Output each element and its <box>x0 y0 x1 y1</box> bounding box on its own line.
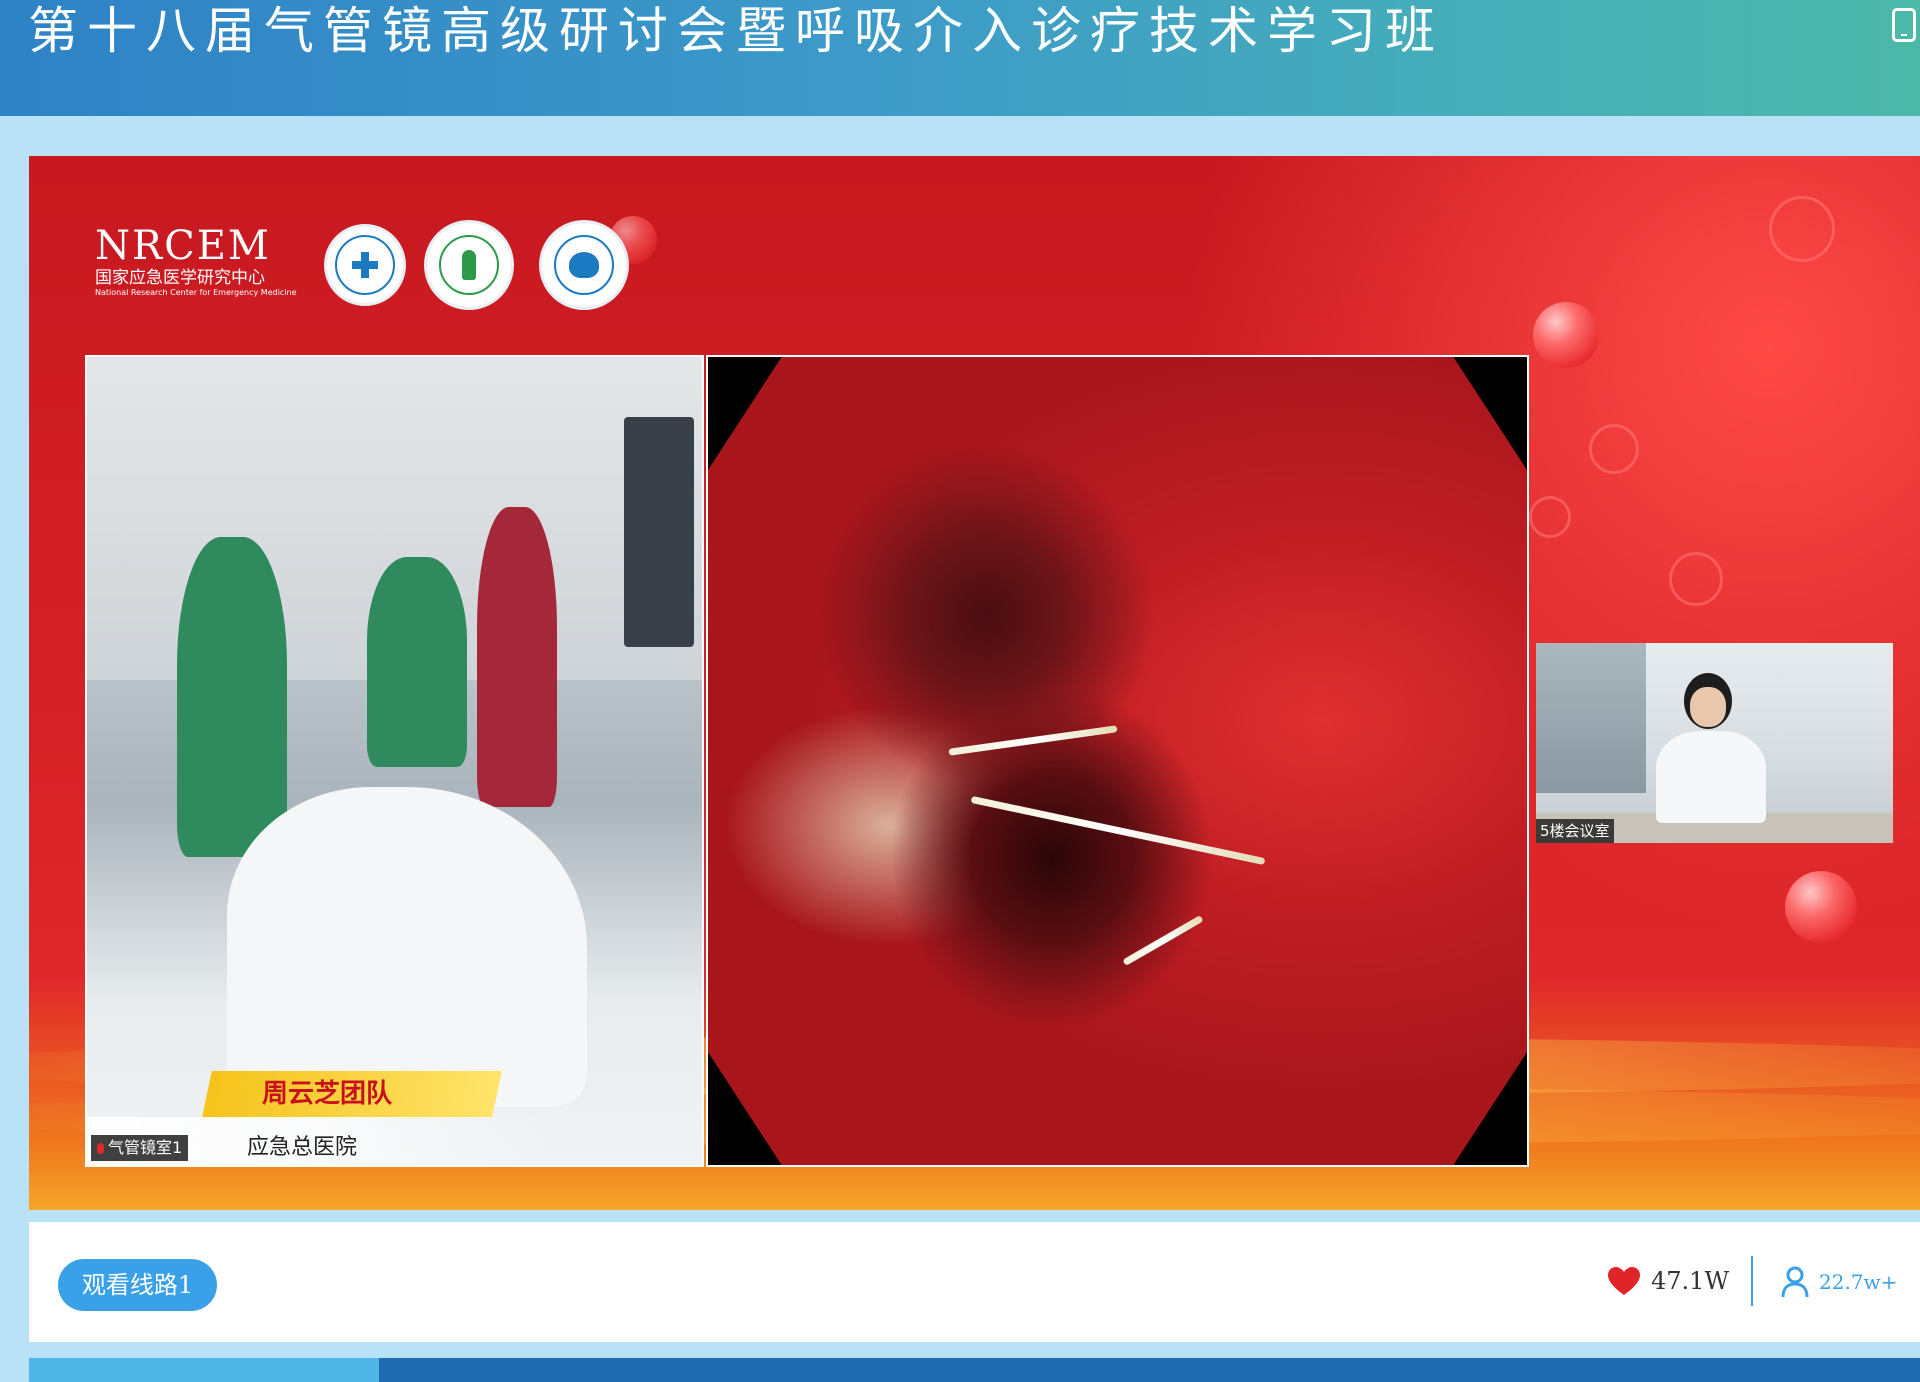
or-monitor <box>624 417 694 647</box>
logo-name-en: National Research Center for Emergency M… <box>95 288 297 297</box>
or-staff <box>477 507 557 807</box>
progress-bar[interactable] <box>29 1358 1920 1382</box>
pip-cabinet <box>1536 643 1646 793</box>
video-player[interactable]: NRCEM 国家应急医学研究中心 National Research Cente… <box>29 156 1920 1210</box>
pip-feed[interactable]: 5楼会议室 <box>1536 643 1893 843</box>
pip-room-label: 5楼会议室 <box>1536 819 1614 843</box>
decor-ring <box>1589 424 1639 474</box>
or-staff <box>367 557 467 767</box>
like-count: 47.1W <box>1651 1267 1730 1295</box>
divider <box>1751 1256 1753 1306</box>
operating-room-feed: 周云芝团队 应急总医院 气管镜室1 <box>85 355 704 1167</box>
nrcem-logo: NRCEM 国家应急医学研究中心 National Research Cente… <box>95 224 297 298</box>
society-seal-logo <box>539 220 629 310</box>
route-select-button[interactable]: 观看线路1 <box>58 1259 217 1311</box>
header-bar: 第十八届气管镜高级研讨会暨呼吸介入诊疗技术学习班 <box>0 0 1920 116</box>
or-staff <box>177 537 287 857</box>
mic-muted-icon <box>97 1142 104 1154</box>
decor-ring <box>1669 552 1723 606</box>
room-tag: 气管镜室1 <box>91 1135 189 1161</box>
hospital-seal-logo <box>324 224 406 306</box>
viewer-counter: 22.7w+ <box>1781 1266 1897 1298</box>
team-caption: 周云芝团队 <box>261 1079 392 1109</box>
decor-bubble <box>1533 302 1599 368</box>
hospital-caption: 应急总医院 <box>247 1135 358 1160</box>
association-seal-logo <box>424 220 514 310</box>
pip-speaker <box>1656 673 1766 823</box>
decor-bubble <box>1785 871 1857 943</box>
viewer-count: 22.7w+ <box>1819 1270 1898 1294</box>
user-icon <box>1781 1266 1809 1298</box>
room-label: 气管镜室1 <box>108 1138 183 1157</box>
patient-drape <box>227 787 587 1107</box>
heart-icon[interactable] <box>1607 1266 1641 1296</box>
like-counter[interactable]: 47.1W <box>1607 1266 1729 1296</box>
tablet-icon[interactable] <box>1892 8 1916 42</box>
page-title: 第十八届气管镜高级研讨会暨呼吸介入诊疗技术学习班 <box>28 2 1444 60</box>
decor-ring <box>1529 496 1571 538</box>
logo-name-cn: 国家应急医学研究中心 <box>95 268 265 288</box>
bronchoscope-view <box>708 357 1527 1165</box>
logo-abbr: NRCEM <box>95 223 271 269</box>
progress-fill <box>29 1358 379 1382</box>
bronchoscope-feed <box>706 355 1529 1167</box>
bottom-bar: 观看线路1 47.1W 22.7w+ <box>29 1222 1920 1342</box>
decor-ring <box>1769 196 1835 262</box>
